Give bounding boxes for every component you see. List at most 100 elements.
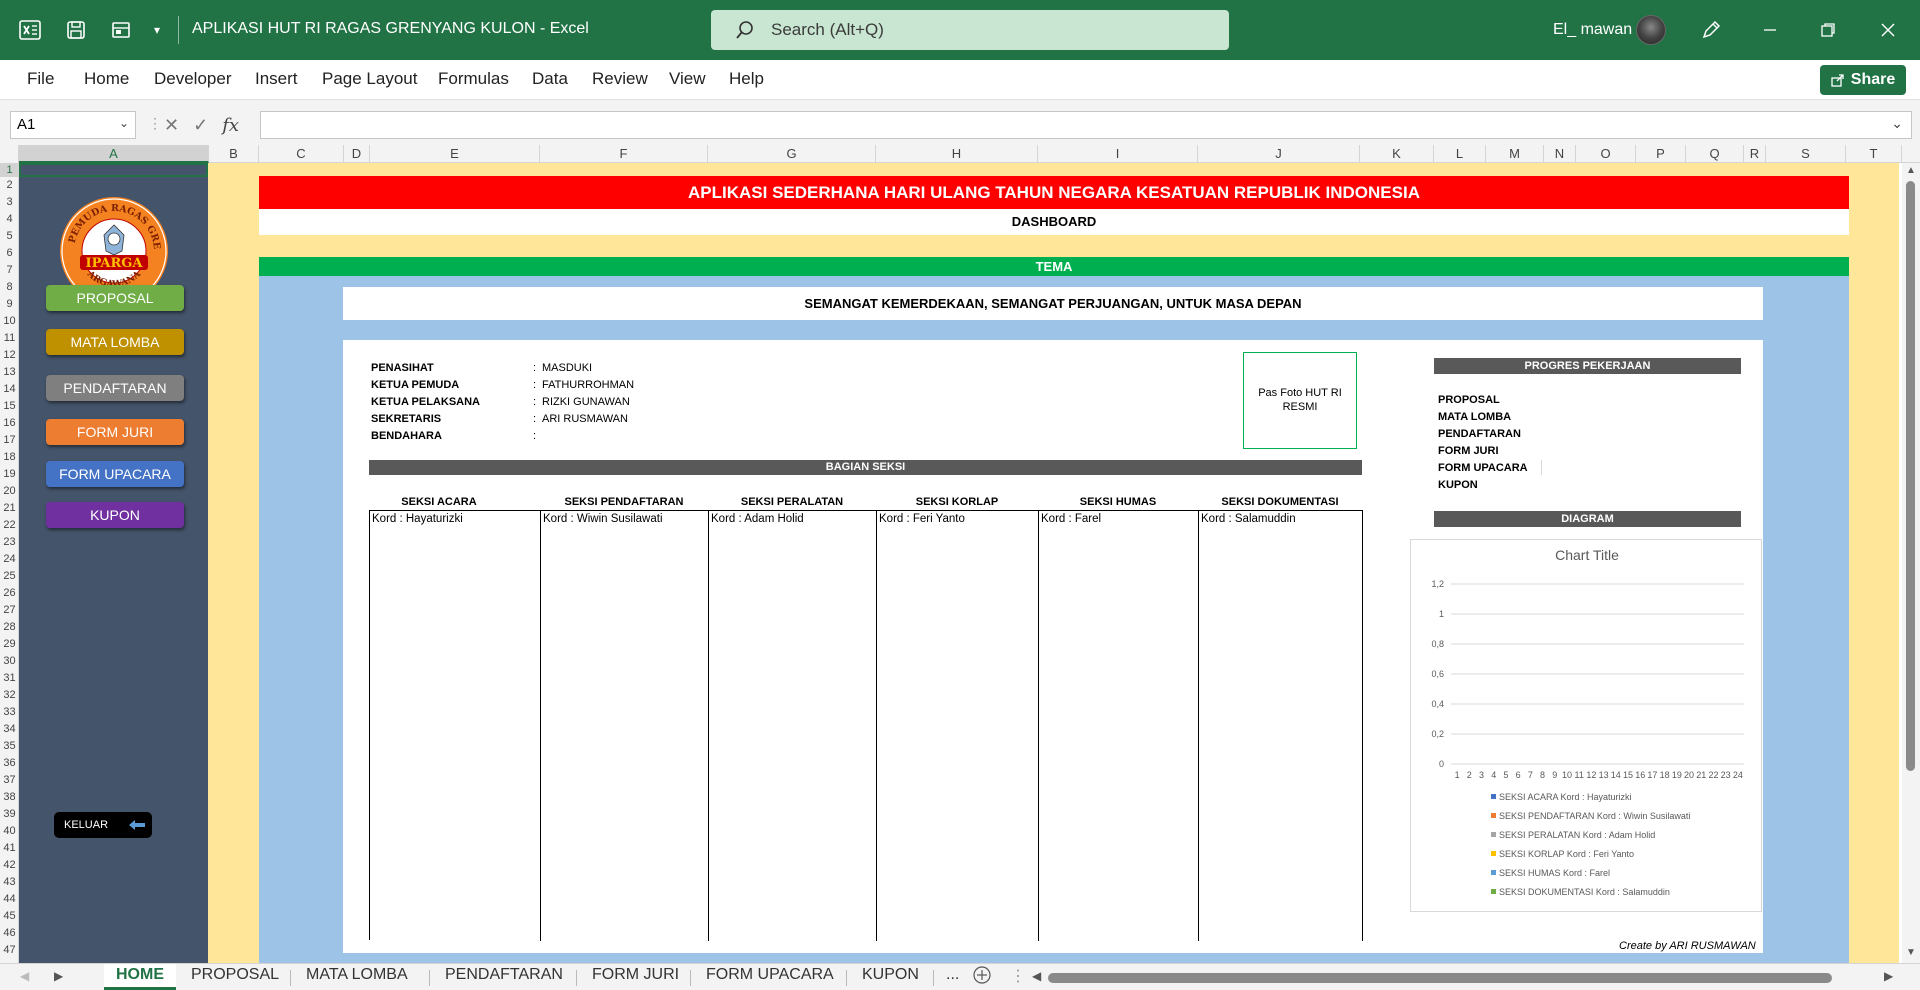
hscroll-left-icon[interactable]: ◀	[1032, 969, 1041, 983]
column-header-c[interactable]: C	[259, 145, 344, 163]
save-icon[interactable]	[62, 16, 90, 44]
scroll-down-icon[interactable]: ▼	[1906, 947, 1916, 958]
row-header[interactable]: 36	[0, 755, 18, 772]
tab-formulas[interactable]: Formulas	[438, 69, 509, 89]
name-box[interactable]: A1 ⌄	[10, 111, 136, 139]
more-tabs-button[interactable]: ...	[946, 966, 959, 984]
chevron-down-icon[interactable]: ⌄	[119, 116, 129, 130]
chart[interactable]: Chart Title 0 0,2 0,4 0,6 0,8 1 1,2 1 2 3 4 5 6 7 8 9 10 1…	[1410, 539, 1762, 912]
tab-review[interactable]: Review	[592, 69, 648, 89]
seksi-column[interactable]: Kord : Adam Holid	[709, 511, 877, 941]
selected-cell-a1[interactable]	[19, 163, 208, 177]
share-button[interactable]: Share	[1820, 65, 1906, 95]
pendaftaran-button[interactable]: PENDAFTARAN	[46, 375, 184, 401]
tab-file[interactable]: File	[27, 69, 54, 89]
row-header[interactable]: 17	[0, 432, 18, 449]
row-header[interactable]: 44	[0, 891, 18, 908]
tab-developer[interactable]: Developer	[154, 69, 232, 89]
row-header[interactable]: 31	[0, 670, 18, 687]
form-upacara-button[interactable]: FORM UPACARA	[46, 461, 184, 487]
sheet-tab-mata-lomba[interactable]: MATA LOMBA	[306, 966, 408, 984]
add-sheet-icon[interactable]	[972, 965, 992, 990]
sheet-grid[interactable]: IKATAN PEMUDA RAGAS GRENYANG ARGAWANA IP…	[19, 163, 1899, 963]
row-header[interactable]: 20	[0, 483, 18, 500]
row-header[interactable]: 15	[0, 398, 18, 415]
close-icon[interactable]	[1872, 14, 1904, 46]
seksi-column[interactable]: Kord : Salamuddin	[1199, 511, 1363, 941]
row-header[interactable]: 19	[0, 466, 18, 483]
search-box[interactable]: Search (Alt+Q)	[711, 10, 1229, 50]
row-header[interactable]: 16	[0, 415, 18, 432]
row-header[interactable]: 22	[0, 517, 18, 534]
row-header[interactable]: 27	[0, 602, 18, 619]
scroll-up-icon[interactable]: ▲	[1906, 165, 1916, 176]
sheet-tab-kupon[interactable]: KUPON	[862, 966, 919, 984]
vertical-scroll-thumb[interactable]	[1906, 181, 1915, 771]
row-header[interactable]: 5	[0, 228, 18, 245]
row-header[interactable]: 8	[0, 279, 18, 296]
select-all-corner[interactable]	[0, 145, 19, 163]
minimize-icon[interactable]	[1754, 14, 1786, 46]
seksi-column[interactable]: Kord : Hayaturizki	[370, 511, 541, 941]
row-header[interactable]: 40	[0, 823, 18, 840]
column-header-a[interactable]: A	[19, 145, 209, 163]
column-header-h[interactable]: H	[876, 145, 1038, 163]
hscroll-right-icon[interactable]: ▶	[1884, 969, 1893, 983]
user-name[interactable]: El_ mawan	[1553, 21, 1632, 39]
column-header-k[interactable]: K	[1360, 145, 1434, 163]
tab-view[interactable]: View	[669, 69, 706, 89]
tab-page-layout[interactable]: Page Layout	[322, 69, 417, 89]
column-header-s[interactable]: S	[1766, 145, 1846, 163]
sheet-tab-home[interactable]: HOME	[104, 964, 176, 990]
tab-data[interactable]: Data	[532, 69, 568, 89]
tab-scroll-left-icon[interactable]: ◀	[20, 969, 29, 983]
drag-handle-icon[interactable]: ⋮	[148, 115, 162, 132]
column-header-t[interactable]: T	[1846, 145, 1902, 163]
row-header[interactable]: 30	[0, 653, 18, 670]
avatar[interactable]	[1636, 15, 1666, 45]
row-header[interactable]: 25	[0, 568, 18, 585]
column-header-g[interactable]: G	[708, 145, 876, 163]
column-header-p[interactable]: P	[1636, 145, 1686, 163]
column-header-q[interactable]: Q	[1686, 145, 1744, 163]
expand-formula-icon[interactable]: ⌄	[1891, 115, 1903, 132]
horizontal-scroll-thumb[interactable]	[1048, 973, 1832, 983]
enter-icon[interactable]: ✓	[193, 115, 208, 136]
row-header[interactable]: 11	[0, 330, 18, 347]
row-header[interactable]: 37	[0, 772, 18, 789]
column-header-l[interactable]: L	[1434, 145, 1486, 163]
row-header[interactable]: 12	[0, 347, 18, 364]
row-header[interactable]: 23	[0, 534, 18, 551]
tab-home[interactable]: Home	[84, 69, 129, 89]
formula-input[interactable]: ⌄	[260, 111, 1912, 139]
photo-placeholder[interactable]: Pas Foto HUT RI RESMI	[1243, 352, 1357, 449]
sheet-tab-pendaftaran[interactable]: PENDAFTARAN	[445, 966, 563, 984]
row-header[interactable]: 6	[0, 245, 18, 262]
column-header-d[interactable]: D	[344, 145, 370, 163]
row-header[interactable]: 21	[0, 500, 18, 517]
tab-scroll-right-icon[interactable]: ▶	[54, 969, 63, 983]
form-view-icon[interactable]	[107, 16, 135, 44]
column-header-f[interactable]: F	[540, 145, 708, 163]
column-header-o[interactable]: O	[1576, 145, 1636, 163]
seksi-column[interactable]: Kord : Feri Yanto	[877, 511, 1039, 941]
row-header[interactable]: 35	[0, 738, 18, 755]
row-header[interactable]: 7	[0, 262, 18, 279]
row-header[interactable]: 2	[0, 177, 18, 194]
tab-help[interactable]: Help	[729, 69, 764, 89]
sheet-tab-form-juri[interactable]: FORM JURI	[592, 966, 679, 984]
row-header[interactable]: 32	[0, 687, 18, 704]
function-icon[interactable]: fx	[222, 115, 239, 136]
row-header[interactable]: 29	[0, 636, 18, 653]
seksi-column[interactable]: Kord : Farel	[1039, 511, 1199, 941]
keluar-button[interactable]: KELUAR	[54, 812, 152, 838]
row-header[interactable]: 39	[0, 806, 18, 823]
tab-insert[interactable]: Insert	[255, 69, 298, 89]
sheet-tab-proposal[interactable]: PROPOSAL	[191, 966, 279, 984]
row-header[interactable]: 13	[0, 364, 18, 381]
column-header-r[interactable]: R	[1744, 145, 1766, 163]
row-header[interactable]: 1	[0, 163, 18, 177]
column-header-n[interactable]: N	[1544, 145, 1576, 163]
row-header[interactable]: 42	[0, 857, 18, 874]
row-header[interactable]: 18	[0, 449, 18, 466]
